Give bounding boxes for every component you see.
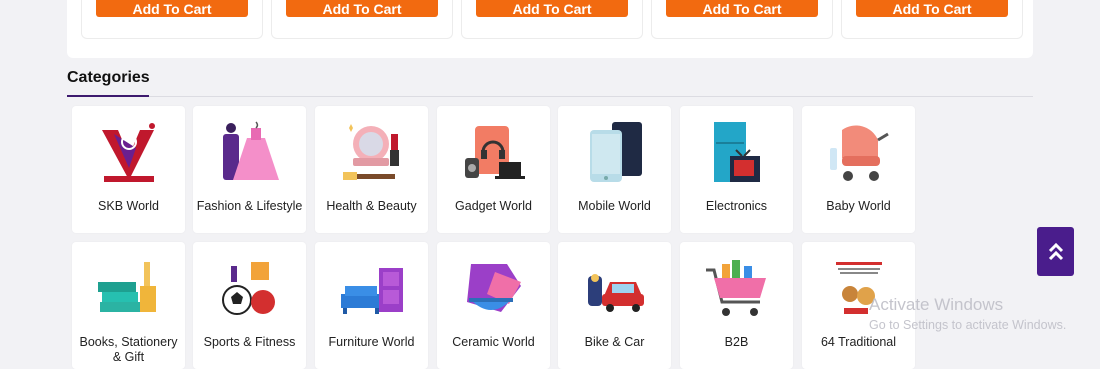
category-label: Books, Stationery & Gift bbox=[79, 335, 178, 364]
furniture-icon bbox=[341, 268, 403, 314]
category-label: Gadget World bbox=[455, 199, 532, 213]
double-chevron-up-icon bbox=[1048, 242, 1063, 260]
category-label: Health & Beauty bbox=[326, 199, 417, 213]
category-label: Bike & Car bbox=[584, 335, 645, 349]
category-tile-health-beauty[interactable]: Health & Beauty bbox=[315, 106, 428, 233]
appliances-icon bbox=[714, 122, 760, 182]
scroll-to-top-button[interactable] bbox=[1037, 227, 1074, 276]
add-to-cart-button[interactable]: Add To Cart bbox=[666, 0, 818, 17]
category-label: Baby World bbox=[826, 199, 891, 213]
mobile-phone-icon bbox=[590, 122, 642, 182]
category-tile-furniture[interactable]: Furniture World bbox=[315, 242, 428, 369]
product-card: Add To Cart bbox=[461, 0, 643, 39]
category-tile-electronics[interactable]: Electronics bbox=[680, 106, 793, 233]
product-card: Add To Cart bbox=[271, 0, 453, 39]
category-tile-fashion[interactable]: Fashion & Lifestyle bbox=[193, 106, 306, 233]
category-tile-mobile-world[interactable]: Mobile World bbox=[558, 106, 671, 233]
category-tile-b2b[interactable]: B2B bbox=[680, 242, 793, 369]
category-label: 64 Traditional bbox=[820, 335, 897, 349]
category-label: SKB World bbox=[98, 199, 159, 213]
ceramic-icon bbox=[467, 264, 521, 312]
category-label: Fashion & Lifestyle bbox=[196, 199, 303, 213]
category-label: Furniture World bbox=[328, 335, 415, 349]
stroller-icon bbox=[830, 125, 889, 181]
category-label: Sports & Fitness bbox=[203, 335, 296, 349]
category-tile-ceramic[interactable]: Ceramic World bbox=[437, 242, 550, 369]
cosmetics-icon bbox=[343, 124, 399, 180]
product-card: Add To Cart bbox=[651, 0, 833, 39]
category-tile-sports[interactable]: Sports & Fitness bbox=[193, 242, 306, 369]
sports-icon bbox=[222, 262, 275, 315]
add-to-cart-button[interactable]: Add To Cart bbox=[856, 0, 1008, 17]
heading-divider bbox=[67, 96, 1033, 97]
activation-watermark-title: Activate Windows bbox=[869, 295, 1004, 314]
category-tile-gadget-world[interactable]: Gadget World bbox=[437, 106, 550, 233]
category-label: Mobile World bbox=[578, 199, 651, 213]
add-to-cart-button[interactable]: Add To Cart bbox=[286, 0, 438, 17]
product-card: Add To Cart bbox=[81, 0, 263, 39]
categories-heading: Categories bbox=[67, 69, 150, 86]
category-tile-bike-car[interactable]: Bike & Car bbox=[558, 242, 671, 369]
dress-icon bbox=[223, 121, 279, 180]
product-strip: Add To Cart Add To Cart Add To Cart Add … bbox=[67, 0, 1033, 58]
category-label: Electronics bbox=[705, 199, 768, 213]
product-card: Add To Cart bbox=[841, 0, 1023, 39]
gadgets-icon bbox=[465, 126, 525, 179]
skb-logo-icon bbox=[102, 123, 155, 182]
heading-underline bbox=[67, 95, 149, 97]
shopping-cart-icon bbox=[706, 260, 766, 316]
category-label: B2B bbox=[724, 335, 749, 349]
books-icon bbox=[98, 262, 156, 312]
add-to-cart-button[interactable]: Add To Cart bbox=[476, 0, 628, 17]
category-label: Ceramic World bbox=[452, 335, 535, 349]
bike-car-icon bbox=[588, 274, 644, 312]
category-tile-books[interactable]: Books, Stationery & Gift bbox=[72, 242, 185, 369]
category-tile-baby-world[interactable]: Baby World bbox=[802, 106, 915, 233]
add-to-cart-button[interactable]: Add To Cart bbox=[96, 0, 248, 17]
category-tile-skb-world[interactable]: SKB World bbox=[72, 106, 185, 233]
activation-watermark-subtitle: Go to Settings to activate Windows. bbox=[869, 318, 1067, 332]
